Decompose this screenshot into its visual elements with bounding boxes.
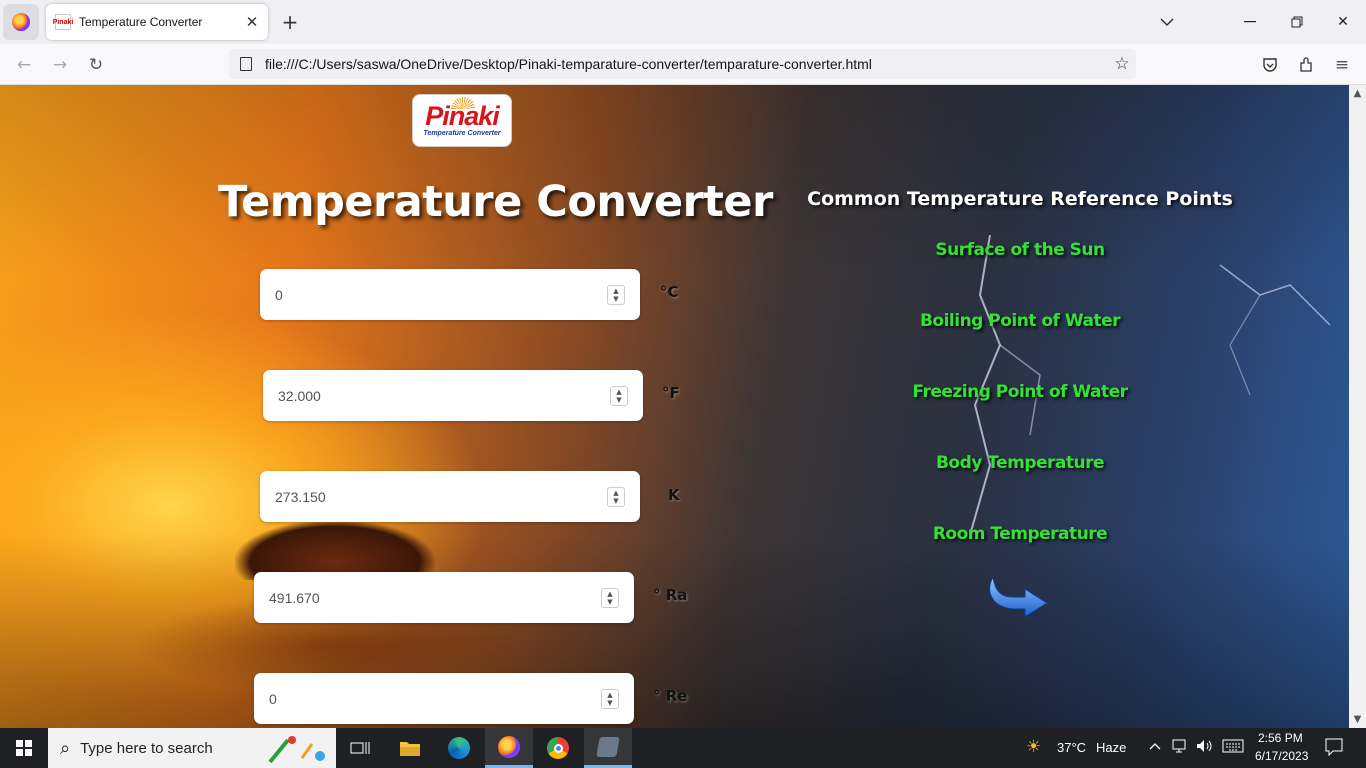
weather-desc[interactable]: Haze: [1096, 740, 1126, 755]
celsius-field[interactable]: ▲▼: [260, 269, 640, 320]
rankine-stepper[interactable]: ▲ ▼: [601, 587, 619, 608]
tab-title: Temperature Converter: [79, 15, 203, 29]
tab-temperature-converter[interactable]: Pinaki Temperature Converter ✕: [46, 4, 268, 40]
tab-favicon: Pinaki: [53, 14, 73, 30]
minimize-icon[interactable]: [1236, 8, 1264, 36]
search-icon: ⌕: [60, 737, 71, 759]
page-scrollbar[interactable]: ▲ ▼: [1349, 85, 1366, 728]
fahrenheit-input[interactable]: [278, 387, 610, 404]
ref-surface-of-sun[interactable]: Surface of the Sun: [820, 240, 1220, 260]
celsius-unit: °C: [660, 283, 679, 301]
star-icon[interactable]: ☆: [1108, 54, 1136, 74]
curved-arrow-icon[interactable]: [985, 573, 1051, 621]
close-icon[interactable]: ✕: [241, 11, 263, 33]
url-text[interactable]: file:///C:/Users/saswa/OneDrive/Desktop/…: [265, 56, 1108, 72]
firefox-view-button[interactable]: [3, 4, 39, 40]
ref-body-temperature[interactable]: Body Temperature: [820, 453, 1220, 473]
fahrenheit-unit: °F: [662, 384, 680, 402]
reaumur-stepper[interactable]: ▲ ▼: [601, 688, 619, 709]
forward-icon[interactable]: →: [46, 51, 74, 79]
back-icon[interactable]: ←: [10, 51, 38, 79]
firefox-icon: [12, 13, 30, 31]
scroll-up-icon[interactable]: ▲: [1349, 85, 1366, 102]
navigation-toolbar: ← → ↻ file:///C:/Users/saswa/OneDrive/De…: [0, 44, 1366, 85]
pinaki-logo: Pinaki Temperature Converter: [412, 94, 512, 147]
menu-icon[interactable]: ≡: [1328, 51, 1356, 79]
logo-subtitle: Temperature Converter: [423, 130, 501, 137]
page-viewport: Pinaki Temperature Converter Temperature…: [0, 85, 1349, 728]
taskbar-search[interactable]: ⌕ Type here to search: [48, 728, 336, 768]
app-icon[interactable]: [584, 728, 632, 768]
chrome-icon[interactable]: [534, 728, 582, 768]
page-icon: [240, 57, 252, 71]
file-explorer-icon[interactable]: [386, 728, 434, 768]
pocket-icon[interactable]: [1256, 51, 1284, 79]
celsius-stepper[interactable]: ▲ ▼: [607, 284, 625, 305]
restore-icon[interactable]: [1283, 8, 1311, 36]
network-icon[interactable]: [1172, 739, 1190, 757]
rankine-input[interactable]: [269, 589, 601, 606]
fahrenheit-field[interactable]: ▲▼: [263, 370, 643, 421]
search-highlight-icon: [268, 736, 325, 764]
rankine-field[interactable]: ▲▼: [254, 572, 634, 623]
kelvin-input[interactable]: [275, 488, 607, 505]
weather-temp[interactable]: 37°C: [1057, 740, 1086, 755]
ref-boiling-point[interactable]: Boiling Point of Water: [820, 311, 1220, 331]
kelvin-unit: K: [668, 486, 680, 504]
rankine-unit: ° Ra: [653, 586, 688, 604]
chevron-down-icon[interactable]: [1153, 8, 1181, 36]
chevron-up-icon[interactable]: [1149, 738, 1161, 754]
reaumur-input[interactable]: [269, 690, 601, 707]
clock-date[interactable]: 6/17/2023: [1255, 749, 1308, 763]
windows-icon[interactable]: [0, 728, 48, 768]
search-placeholder: Type here to search: [80, 739, 213, 757]
edge-icon[interactable]: [435, 728, 483, 768]
ref-room-temperature[interactable]: Room Temperature: [820, 524, 1220, 544]
task-view-icon[interactable]: [336, 728, 384, 768]
fahrenheit-stepper[interactable]: ▲ ▼: [610, 385, 628, 406]
tab-strip: Pinaki Temperature Converter ✕ + ✕: [0, 0, 1366, 44]
keyboard-icon[interactable]: [1222, 739, 1244, 757]
reaumur-unit: ° Re: [653, 687, 688, 705]
kelvin-stepper[interactable]: ▲ ▼: [607, 486, 625, 507]
address-bar[interactable]: file:///C:/Users/saswa/OneDrive/Desktop/…: [229, 49, 1136, 79]
scroll-down-icon[interactable]: ▼: [1349, 711, 1366, 728]
notification-icon[interactable]: [1325, 738, 1343, 760]
kelvin-field[interactable]: ▲▼: [260, 471, 640, 522]
ref-freezing-point[interactable]: Freezing Point of Water: [820, 382, 1220, 402]
reaumur-field[interactable]: ▲▼: [254, 673, 634, 724]
sun-icon: [451, 97, 475, 109]
firefox-taskbar-icon[interactable]: [485, 728, 533, 768]
volume-icon[interactable]: [1196, 739, 1214, 757]
clock-time[interactable]: 2:56 PM: [1258, 731, 1303, 745]
reload-icon[interactable]: ↻: [82, 51, 110, 79]
extensions-icon[interactable]: [1292, 51, 1320, 79]
island-background: [235, 520, 435, 580]
taskbar: ⌕ Type here to search ☀ 37°C Haze 2:56 P…: [0, 728, 1366, 768]
page-title: Temperature Converter: [218, 177, 773, 227]
weather-icon[interactable]: ☀: [1026, 737, 1041, 757]
close-window-icon[interactable]: ✕: [1329, 8, 1357, 36]
reference-title: Common Temperature Reference Points: [807, 188, 1233, 210]
plus-icon[interactable]: +: [278, 10, 302, 34]
celsius-input[interactable]: [275, 286, 607, 303]
